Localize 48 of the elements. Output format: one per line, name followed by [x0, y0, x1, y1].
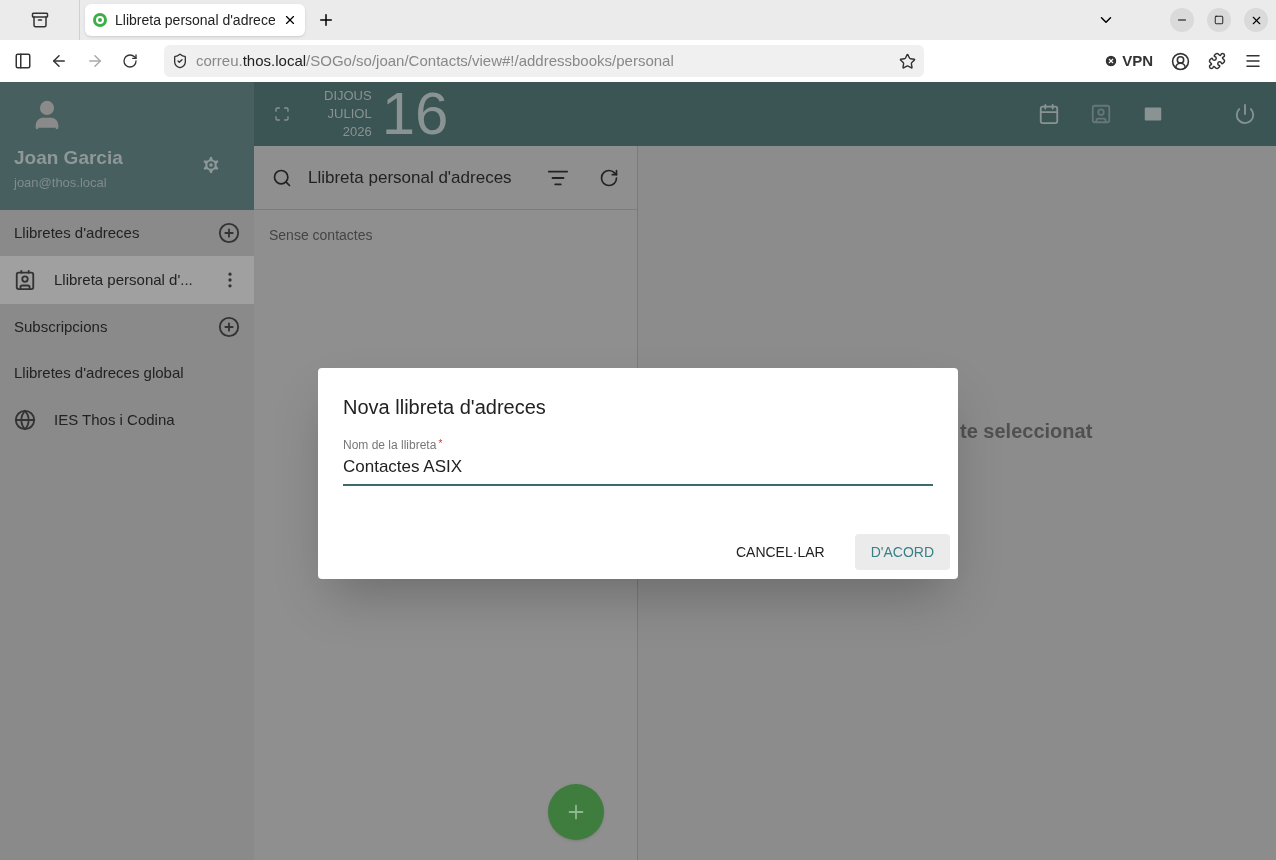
browser-tab[interactable]: Llibreta personal d'adrece	[85, 4, 305, 36]
address-bar[interactable]: correu.thos.local/SOGo/so/joan/Contacts/view#!/addressbooks/personal	[164, 45, 924, 77]
refresh-icon[interactable]	[599, 167, 619, 188]
site-icon	[93, 13, 107, 27]
power-icon[interactable]	[1234, 103, 1256, 125]
cancel-button[interactable]: CANCEL·LAR	[719, 534, 841, 570]
user-email: joan@thos.local	[14, 173, 108, 192]
account-icon[interactable]	[1171, 51, 1190, 71]
x-circle-icon	[1104, 54, 1119, 68]
field-label: Nom de la llibreta	[343, 437, 437, 454]
ok-button[interactable]: D'ACORD	[854, 534, 950, 570]
dialog-title: Nova llibreta d'adreces	[343, 395, 547, 420]
sidebar-icon[interactable]	[14, 52, 32, 70]
empty-message: Sense contactes	[268, 226, 374, 245]
year-label: 2026	[342, 123, 372, 141]
close-window-button[interactable]	[1244, 8, 1268, 32]
shield-icon[interactable]	[172, 53, 188, 69]
weekday-label: DIJOUS	[324, 87, 372, 105]
back-icon[interactable]	[50, 52, 68, 70]
menu-icon[interactable]	[1244, 52, 1262, 70]
new-tab-icon[interactable]	[317, 11, 335, 29]
bookmark-icon[interactable]	[899, 52, 916, 70]
required-mark: *	[438, 437, 443, 451]
add-icon[interactable]	[218, 316, 240, 338]
calendar-icon[interactable]	[1038, 103, 1060, 125]
section-heading: Subscripcions	[14, 316, 108, 337]
maximize-icon	[1214, 15, 1224, 25]
minimize-button[interactable]	[1170, 8, 1194, 32]
user-name: Joan Garcia	[14, 146, 123, 170]
detail-placeholder-text: te seleccionat	[960, 419, 1094, 444]
close-icon[interactable]	[283, 13, 297, 27]
addressbook-item[interactable]: IES Thos i Codina	[0, 396, 254, 444]
contact-book-icon	[14, 269, 36, 291]
list-title: Llibreta personal d'adreces	[308, 166, 513, 189]
reload-icon[interactable]	[122, 53, 138, 69]
extensions-icon[interactable]	[1208, 52, 1226, 70]
search-icon[interactable]	[272, 167, 292, 188]
add-icon[interactable]	[218, 222, 240, 244]
globe-icon	[14, 409, 36, 431]
section-heading: Llibretes d'adreces global	[14, 362, 184, 383]
section-heading: Llibretes d'adreces	[14, 222, 140, 243]
month-label: JULIOL	[327, 105, 372, 123]
tab-overview-icon[interactable]	[30, 11, 49, 29]
maximize-button[interactable]	[1207, 8, 1231, 32]
name-field[interactable]: Contactes ASIX	[343, 454, 933, 486]
vpn-button[interactable]: VPN	[1104, 49, 1153, 73]
day-number: 16	[381, 84, 449, 144]
addressbook-item[interactable]: Llibreta personal d'...	[0, 256, 254, 304]
